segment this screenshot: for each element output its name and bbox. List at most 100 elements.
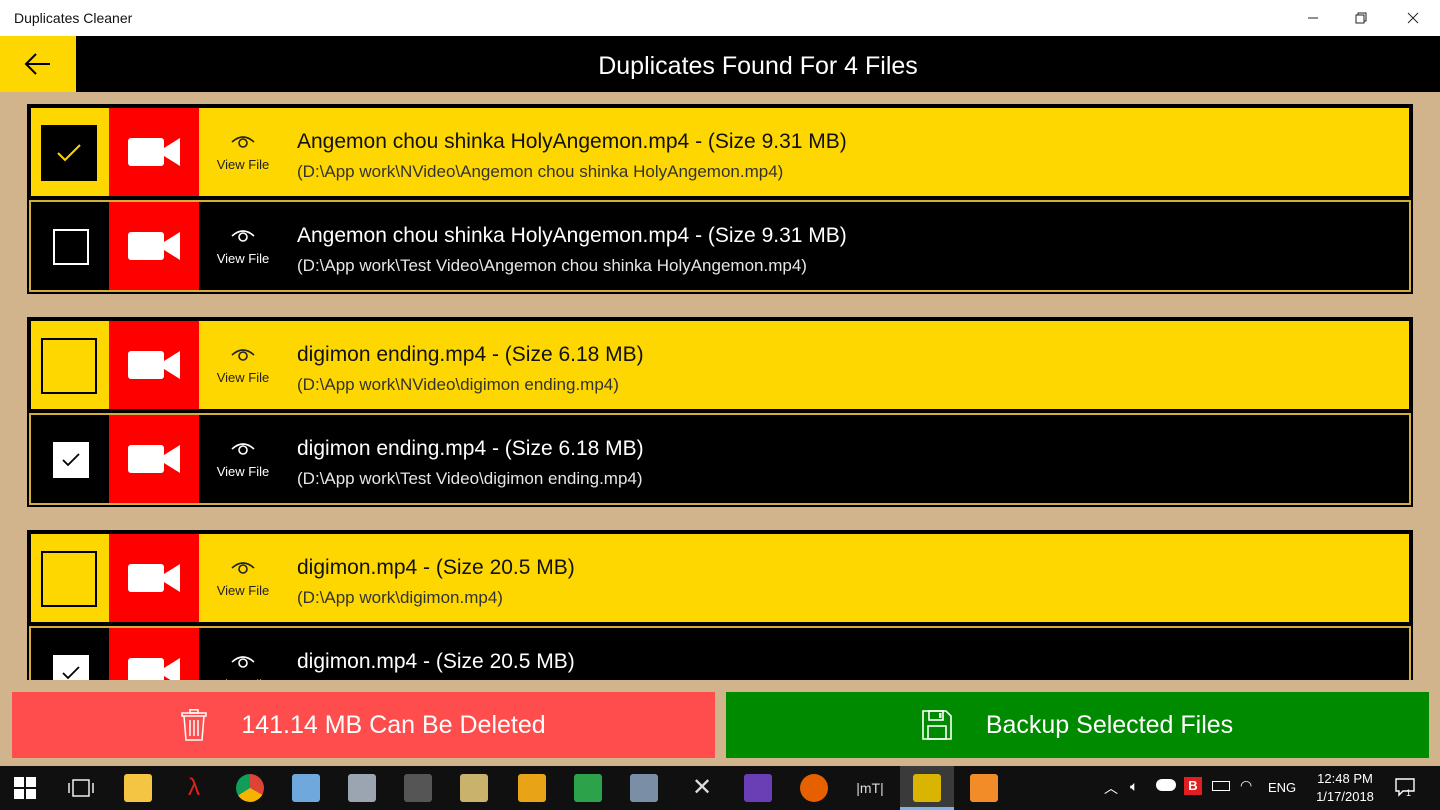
view-file-label: View File xyxy=(216,250,270,266)
clock-time: 12:48 PM xyxy=(1317,771,1373,786)
video-camera-icon xyxy=(128,351,180,379)
save-icon xyxy=(922,710,952,740)
select-checkbox[interactable] xyxy=(53,442,89,478)
view-file-button[interactable]: View File xyxy=(203,534,283,622)
action-bar: 141.14 MB Can Be Deleted Backup Selected… xyxy=(0,680,1440,766)
video-camera-icon xyxy=(128,445,180,473)
app-icon-green[interactable] xyxy=(574,774,602,802)
app-icon-gray[interactable] xyxy=(348,774,376,802)
file-row: View File digimon.mp4 - (Size 20.5 MB) xyxy=(29,626,1411,680)
eye-icon xyxy=(231,229,255,242)
windows-logo-icon xyxy=(14,777,36,799)
file-name: digimon.mp4 - (Size 20.5 MB) xyxy=(297,556,575,579)
monitor-icon[interactable] xyxy=(404,774,432,802)
app-icon-x[interactable]: ✕ xyxy=(688,774,716,802)
view-file-button[interactable]: View File xyxy=(203,202,283,290)
app-icon-mt[interactable]: |mT| xyxy=(856,774,884,802)
notification-center-button[interactable]: 1 xyxy=(1394,776,1416,798)
language-indicator[interactable]: ENG xyxy=(1268,780,1296,795)
video-thumbnail xyxy=(109,108,199,196)
notification-count: 1 xyxy=(1406,788,1412,798)
delete-button[interactable]: 141.14 MB Can Be Deleted xyxy=(12,692,715,758)
back-arrow-icon xyxy=(24,53,50,75)
file-row: View File Angemon chou shinka HolyAngemo… xyxy=(29,200,1411,292)
duplicates-cleaner-taskbar-icon[interactable] xyxy=(913,774,941,802)
file-row: View File digimon ending.mp4 - (Size 6.1… xyxy=(29,319,1411,411)
battery-icon[interactable] xyxy=(1212,781,1230,791)
file-path: (D:\App work\digimon.mp4) xyxy=(297,588,503,607)
trash-icon xyxy=(181,709,208,741)
eye-icon xyxy=(231,561,255,574)
paint-icon[interactable] xyxy=(292,774,320,802)
onedrive-icon[interactable] xyxy=(1156,779,1176,791)
view-file-button[interactable]: View File xyxy=(203,628,283,680)
file-name: digimon ending.mp4 - (Size 6.18 MB) xyxy=(297,343,644,366)
window-title: Duplicates Cleaner xyxy=(14,10,133,26)
view-file-label: View File xyxy=(216,156,270,172)
video-thumbnail xyxy=(109,534,199,622)
eye-icon xyxy=(231,135,255,148)
start-button[interactable] xyxy=(14,777,36,799)
chrome-icon[interactable] xyxy=(236,774,264,802)
backup-button[interactable]: Backup Selected Files xyxy=(726,692,1429,758)
select-checkbox[interactable] xyxy=(53,229,89,265)
file-row: View File digimon.mp4 - (Size 20.5 MB) (… xyxy=(29,532,1411,624)
view-file-button[interactable]: View File xyxy=(203,108,283,196)
file-name: Angemon chou shinka HolyAngemon.mp4 - (S… xyxy=(297,130,847,153)
close-icon xyxy=(1407,12,1419,24)
app-icon-red-lambda[interactable]: λ xyxy=(180,774,208,802)
tools-icon[interactable] xyxy=(460,774,488,802)
video-thumbnail xyxy=(109,415,199,503)
file-explorer-icon[interactable] xyxy=(124,774,152,802)
select-checkbox[interactable] xyxy=(41,338,97,394)
view-file-button[interactable]: View File xyxy=(203,415,283,503)
app-icon-orange[interactable] xyxy=(970,774,998,802)
task-view-button[interactable] xyxy=(68,778,94,803)
duplicate-group: View File Angemon chou shinka HolyAngemo… xyxy=(27,104,1413,294)
network-app-icon[interactable] xyxy=(630,774,658,802)
video-thumbnail xyxy=(109,628,199,680)
backup-button-label: Backup Selected Files xyxy=(985,710,1234,739)
video-camera-icon xyxy=(128,658,180,680)
wifi-icon[interactable]: ◠ xyxy=(1240,777,1252,794)
duplicates-list[interactable]: View File Angemon chou shinka HolyAngemo… xyxy=(0,92,1440,680)
checkmark-icon xyxy=(62,666,80,680)
file-path: (D:\App work\NVideo\Angemon chou shinka … xyxy=(297,162,784,181)
select-checkbox[interactable] xyxy=(53,655,89,680)
view-file-label: View File xyxy=(216,463,270,479)
file-path: (D:\App work\NVideo\digimon ending.mp4) xyxy=(297,375,619,394)
clock[interactable]: 12:48 PM 1/17/2018 xyxy=(1308,770,1382,806)
view-file-label: View File xyxy=(216,369,270,385)
close-button[interactable] xyxy=(1390,0,1436,36)
page-title: Duplicates Found For 4 Files xyxy=(598,52,918,80)
file-row: View File Angemon chou shinka HolyAngemo… xyxy=(29,106,1411,198)
visual-studio-icon[interactable] xyxy=(744,774,772,802)
app-header: Duplicates Found For 4 Files xyxy=(0,36,1440,92)
select-checkbox[interactable] xyxy=(41,551,97,607)
view-file-button[interactable]: View File xyxy=(203,321,283,409)
view-file-label: View File xyxy=(216,582,270,598)
task-view-icon xyxy=(68,779,94,797)
file-path: (D:\App work\Test Video\Angemon chou shi… xyxy=(297,256,807,275)
taskbar: λ ✕ |mT| ︿ 🔈︎ B ◠ ENG 12:48 PM 1/17/2018… xyxy=(0,766,1440,810)
select-checkbox[interactable] xyxy=(41,125,97,181)
notification-icon xyxy=(1395,778,1415,797)
minimize-button[interactable] xyxy=(1290,0,1336,36)
checkmark-icon xyxy=(57,144,81,162)
firefox-icon[interactable] xyxy=(800,774,828,802)
file-row: View File digimon ending.mp4 - (Size 6.1… xyxy=(29,413,1411,505)
video-camera-icon xyxy=(128,138,180,166)
video-camera-icon xyxy=(128,232,180,260)
delete-button-label: 141.14 MB Can Be Deleted xyxy=(241,710,546,739)
restore-button[interactable] xyxy=(1338,0,1384,36)
volume-icon[interactable]: 🔈︎ xyxy=(1130,778,1138,795)
tray-overflow-icon[interactable]: ︿ xyxy=(1104,778,1118,798)
clock-date: 1/17/2018 xyxy=(1316,789,1374,804)
minimize-icon xyxy=(1308,17,1318,19)
restore-icon xyxy=(1355,12,1367,24)
app-icon-b[interactable]: B xyxy=(1184,777,1202,795)
file-name: Angemon chou shinka HolyAngemon.mp4 - (S… xyxy=(297,224,847,247)
back-button[interactable] xyxy=(0,36,76,92)
file-name: digimon ending.mp4 - (Size 6.18 MB) xyxy=(297,437,644,460)
mail-icon[interactable] xyxy=(518,774,546,802)
